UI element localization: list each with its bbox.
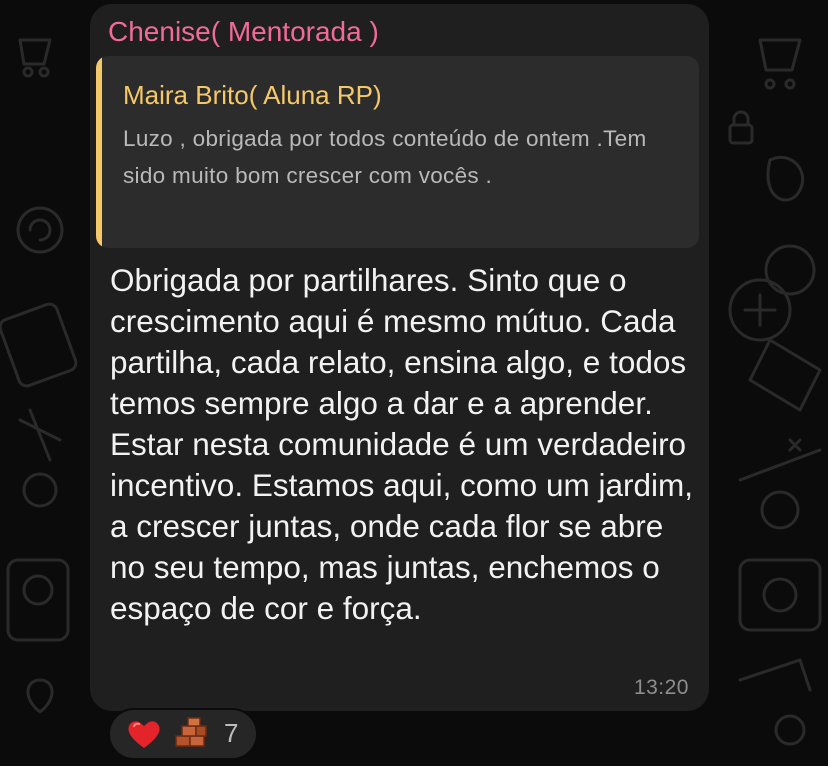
- message-text: Obrigada por partilhares. Sinto que o cr…: [110, 262, 693, 626]
- sender-name[interactable]: Chenise( Mentorada ): [108, 16, 379, 48]
- reply-text: Luzo , obrigada por todos conteúdo de on…: [123, 126, 647, 188]
- red-heart-icon: [124, 714, 164, 754]
- message-timestamp: 13:20: [633, 676, 689, 699]
- reply-quote[interactable]: Maira Brito( Aluna RP) Luzo , obrigada p…: [96, 56, 699, 248]
- reply-accent-bar: [96, 56, 102, 248]
- reply-author: Maira Brito( Aluna RP): [123, 80, 382, 110]
- message-bubble[interactable]: Chenise( Mentorada ) Maira Brito( Aluna …: [90, 4, 709, 711]
- reaction-count: 7: [224, 718, 239, 748]
- bricks-icon: [172, 714, 212, 754]
- reactions-pill[interactable]: 7: [108, 708, 258, 760]
